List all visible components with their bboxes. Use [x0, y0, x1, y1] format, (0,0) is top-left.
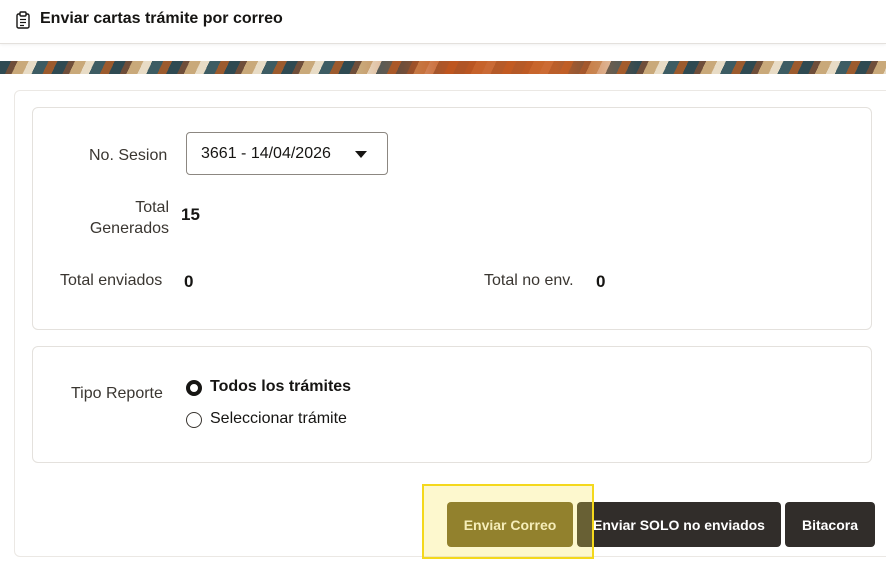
log-button[interactable]: Bitacora	[785, 502, 875, 547]
page-title: Enviar cartas trámite por correo	[40, 10, 283, 27]
report-type-card	[32, 346, 872, 463]
total-generados-label-line2: Generados	[89, 220, 169, 237]
radio-unchecked-icon	[186, 412, 202, 428]
total-no-env-value: 0	[596, 272, 606, 291]
radio-seleccionar-label: Seleccionar trámite	[210, 410, 347, 427]
total-enviados-label: Total enviados	[60, 272, 163, 289]
session-card	[32, 107, 872, 330]
session-select-value: 3661 - 14/04/2026	[201, 145, 331, 162]
total-generados-label-line1: Total	[135, 199, 169, 216]
radio-todos-label: Todos los trámites	[210, 378, 352, 395]
page-header: Enviar cartas trámite por correo	[0, 0, 886, 44]
radio-checked-icon	[186, 380, 202, 396]
total-enviados-value: 0	[184, 272, 194, 291]
total-generados-value: 15	[181, 205, 200, 224]
clipboard-icon	[16, 11, 30, 29]
report-type-label: Tipo Reporte	[71, 385, 163, 402]
banner-accent	[360, 61, 640, 74]
session-select[interactable]: 3661 - 14/04/2026	[186, 132, 388, 175]
chevron-down-icon	[355, 151, 367, 158]
session-label: No. Sesion	[89, 147, 168, 164]
total-no-env-label: Total no env.	[484, 272, 574, 289]
send-email-button[interactable]: Enviar Correo	[447, 502, 573, 547]
decorative-banner	[0, 61, 886, 74]
send-unsent-button[interactable]: Enviar SOLO no enviados	[577, 502, 781, 547]
